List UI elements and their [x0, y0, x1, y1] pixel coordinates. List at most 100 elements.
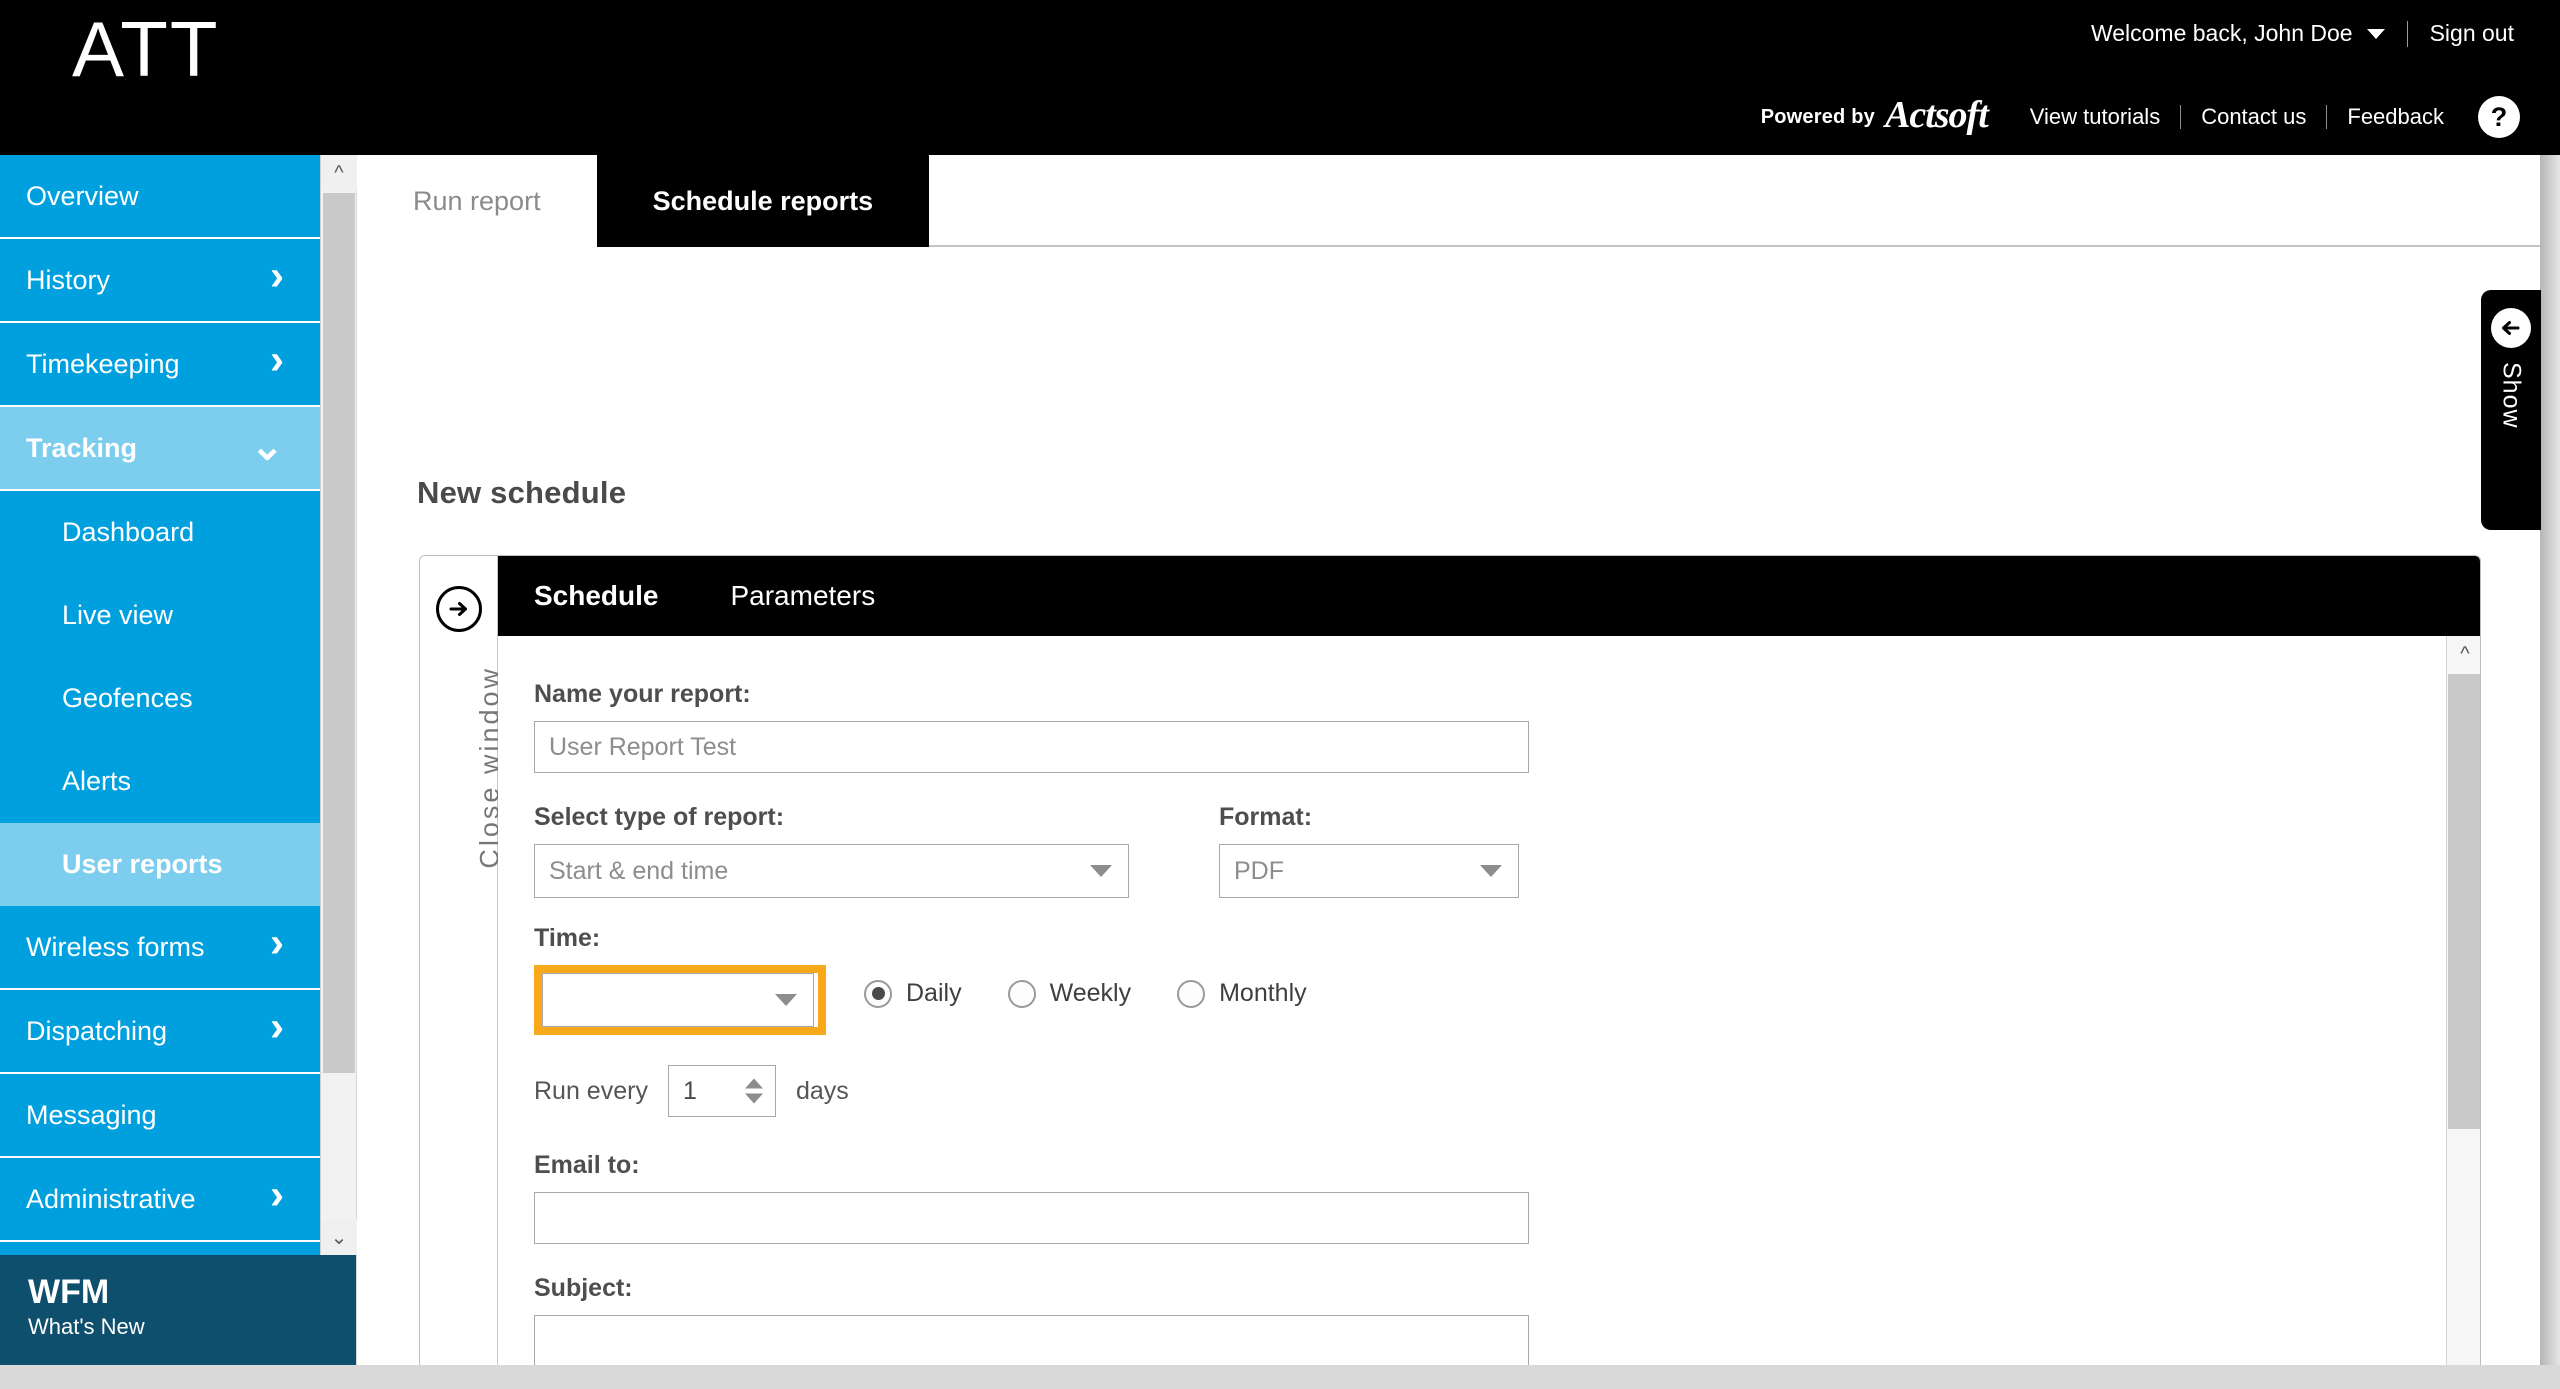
sidebar-item-tracking[interactable]: Tracking — [0, 407, 320, 491]
field-time: Time: Daily Weekly Monthly — [534, 924, 2428, 1035]
chevron-down-icon — [775, 994, 797, 1006]
divider — [2180, 105, 2182, 129]
radio-weekly-dot[interactable] — [1007, 979, 1036, 1008]
divider — [2326, 105, 2328, 129]
panel-body: Schedule Parameters Name your report: Us… — [498, 556, 2480, 1389]
frequency-radio-group: Daily Weekly Monthly — [864, 979, 1307, 1008]
feedback-link[interactable]: Feedback — [2347, 104, 2444, 130]
time-select[interactable] — [542, 973, 814, 1027]
scrollbar-thumb[interactable] — [323, 193, 355, 1073]
show-panel-label: Show — [2497, 362, 2526, 429]
sidebar-item-alerts[interactable]: Alerts — [0, 740, 320, 823]
format-select[interactable]: PDF — [1219, 844, 1519, 898]
chevron-right-icon[interactable] — [270, 347, 284, 382]
show-panel-tab[interactable]: Show — [2481, 290, 2541, 530]
report-tabs: Run report Schedule reports — [357, 155, 2560, 247]
contact-us-link[interactable]: Contact us — [2201, 104, 2306, 130]
sidebar-item-label: Administrative — [26, 1183, 196, 1214]
tab-schedule-reports[interactable]: Schedule reports — [596, 155, 930, 247]
radio-daily[interactable]: Daily — [864, 979, 962, 1008]
radio-monthly[interactable]: Monthly — [1177, 979, 1307, 1008]
sidebar-item-label: Tracking — [26, 432, 138, 463]
sidebar-item-dashboard[interactable]: Dashboard — [0, 491, 320, 574]
new-schedule-panel: Close window Schedule Parameters Name yo… — [419, 555, 2481, 1389]
subject-label: Subject: — [534, 1274, 633, 1302]
panel-tab-schedule[interactable]: Schedule — [534, 580, 658, 612]
sidebar-item-label: Messaging — [26, 1099, 157, 1130]
run-every-stepper[interactable]: 1 — [667, 1065, 776, 1117]
account-menu: Welcome back, John Doe Sign out — [2091, 20, 2514, 47]
chevron-down-icon[interactable] — [250, 429, 284, 468]
name-input[interactable]: User Report Test — [534, 721, 1529, 773]
actsoft-logo: Actsoft — [1884, 94, 1989, 136]
chevron-right-icon[interactable] — [270, 1014, 284, 1049]
scroll-up-icon[interactable]: ^ — [321, 155, 357, 191]
window-bottom-edge — [0, 1365, 2560, 1389]
subject-input[interactable] — [534, 1315, 1529, 1367]
stepper-arrows-icon[interactable] — [744, 1078, 763, 1104]
help-icon[interactable]: ? — [2478, 96, 2520, 138]
type-label: Select type of report: — [534, 803, 785, 831]
run-every-prefix: Run every — [534, 1076, 648, 1105]
arrow-left-circle-icon[interactable] — [2491, 308, 2531, 348]
view-tutorials-link[interactable]: View tutorials — [2030, 104, 2160, 130]
report-type-select[interactable]: Start & end time — [534, 844, 1129, 898]
page-scrollbar-strip[interactable] — [2540, 155, 2560, 1365]
chevron-right-icon[interactable] — [270, 1182, 284, 1217]
panel-scrollbar-thumb[interactable] — [2448, 674, 2480, 1129]
sidebar-item-geofences[interactable]: Geofences — [0, 657, 320, 740]
chevron-down-icon[interactable] — [2366, 28, 2385, 39]
arrow-right-circle-icon[interactable] — [435, 586, 482, 632]
panel-scrollbar[interactable]: ^ ⌄ — [2446, 636, 2480, 1389]
sidebar-item-timekeeping[interactable]: Timekeeping — [0, 323, 320, 407]
sidebar-item-label: Live view — [62, 600, 174, 630]
time-label: Time: — [534, 924, 601, 952]
powered-by-label: Powered by — [1760, 105, 1875, 128]
type-format-row: Select type of report: Start & end time … — [534, 803, 2428, 898]
chevron-right-icon[interactable] — [270, 263, 284, 298]
welcome-label[interactable]: Welcome back, John Doe — [2091, 20, 2353, 47]
email-input[interactable] — [534, 1192, 1529, 1244]
radio-daily-dot[interactable] — [864, 979, 892, 1008]
stepper-up-icon[interactable] — [744, 1078, 763, 1089]
chevron-right-icon[interactable] — [270, 930, 284, 965]
sidebar-item-label: Wireless forms — [26, 931, 205, 962]
top-header-bar: ATT Welcome back, John Doe Sign out Powe… — [0, 0, 2560, 155]
radio-daily-label: Daily — [906, 979, 962, 1007]
close-window-tab[interactable]: Close window — [420, 556, 504, 1389]
time-row: Daily Weekly Monthly — [534, 965, 2428, 1035]
sidebar-item-wireless-forms[interactable]: Wireless forms — [0, 906, 320, 990]
field-name-your-report: Name your report: User Report Test — [534, 680, 2428, 773]
sidebar-item-history[interactable]: History — [0, 239, 320, 323]
scroll-down-icon[interactable]: ⌄ — [321, 1219, 357, 1255]
sidebar-scrollbar[interactable]: ^ ⌄ — [320, 155, 357, 1255]
wfm-whats-new-banner[interactable]: WFM What's New — [0, 1255, 356, 1365]
sidebar-item-dispatching[interactable]: Dispatching — [0, 990, 320, 1074]
radio-monthly-dot[interactable] — [1177, 979, 1206, 1008]
panel-scroll-up-icon[interactable]: ^ — [2447, 636, 2480, 672]
run-every-value: 1 — [682, 1076, 697, 1105]
name-label: Name your report: — [534, 680, 751, 708]
field-select-type: Select type of report: Start & end time — [534, 803, 1129, 898]
sidebar-item-label: History — [26, 264, 111, 295]
sidebar-navigation: Overview History Timekeeping Tracking Dashbo… — [0, 155, 320, 1255]
sidebar-item-live-view[interactable]: Live view — [0, 574, 320, 657]
time-select-highlight — [534, 965, 826, 1035]
sidebar-item-label: Overview — [26, 180, 139, 211]
page-title: New schedule — [417, 475, 627, 510]
stepper-down-icon[interactable] — [744, 1093, 763, 1104]
sidebar-item-messaging[interactable]: Messaging — [0, 1074, 320, 1158]
field-email-to: Email to: — [534, 1151, 2428, 1244]
brand-logo: ATT — [72, 5, 220, 93]
tab-run-report[interactable]: Run report — [357, 155, 597, 247]
sign-out-link[interactable]: Sign out — [2430, 20, 2514, 47]
run-every-suffix: days — [795, 1076, 849, 1105]
application-window: ATT Welcome back, John Doe Sign out Powe… — [0, 0, 2560, 1389]
sidebar-item-administrative[interactable]: Administrative — [0, 1158, 320, 1242]
sidebar-item-label: Timekeeping — [26, 348, 180, 379]
sidebar-item-overview[interactable]: Overview — [0, 155, 320, 239]
chevron-down-icon — [1090, 865, 1112, 877]
panel-tab-parameters[interactable]: Parameters — [730, 580, 875, 612]
sidebar-item-user-reports[interactable]: User reports — [0, 823, 320, 906]
radio-weekly[interactable]: Weekly — [1007, 979, 1131, 1008]
